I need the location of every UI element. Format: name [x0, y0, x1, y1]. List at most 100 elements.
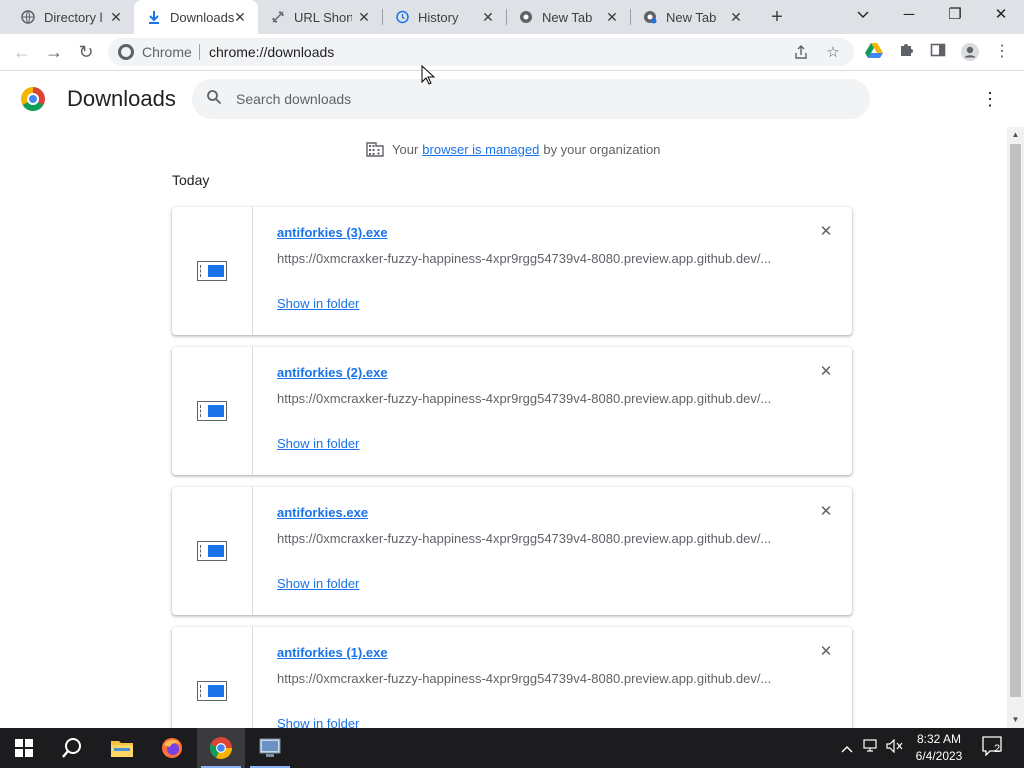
- download-item: antiforkies.exe https://0xmcraxker-fuzzy…: [172, 487, 852, 615]
- bookmark-star-icon[interactable]: ☆: [824, 44, 842, 62]
- show-in-folder-link[interactable]: Show in folder: [277, 436, 359, 451]
- building-icon: [366, 142, 384, 157]
- tab-history[interactable]: History ✕: [382, 0, 506, 34]
- tab-new-tab-1[interactable]: New Tab ✕: [506, 0, 630, 34]
- exe-file-icon: [197, 261, 227, 281]
- close-icon[interactable]: ✕: [728, 9, 744, 25]
- download-file-name-link[interactable]: antiforkies (1).exe: [277, 645, 388, 660]
- network-icon[interactable]: [861, 738, 881, 758]
- tab-new-tab-2[interactable]: New Tab ✕: [630, 0, 754, 34]
- reload-button[interactable]: ↻: [74, 40, 98, 64]
- show-hidden-icons-icon[interactable]: [837, 738, 857, 758]
- restore-button[interactable]: ❐: [932, 0, 978, 30]
- close-icon[interactable]: ✕: [604, 9, 620, 25]
- close-window-button[interactable]: ✕: [978, 0, 1024, 30]
- chrome-taskbar-icon[interactable]: [197, 728, 245, 768]
- clock-date: 6/4/2023: [915, 749, 963, 763]
- download-source-url: https://0xmcraxker-fuzzy-happiness-4xpr9…: [277, 531, 772, 546]
- extensions-icon[interactable]: [896, 42, 916, 62]
- exe-file-icon: [197, 401, 227, 421]
- managed-notice: Your browser is managed by your organiza…: [366, 140, 660, 158]
- page-scheme: Chrome: [142, 44, 192, 60]
- exe-file-icon: [197, 681, 227, 701]
- url-text: chrome://downloads: [209, 44, 335, 60]
- scroll-thumb[interactable]: [1010, 144, 1021, 697]
- windows-start-icon[interactable]: [0, 728, 48, 768]
- browser-toolbar: ← → ↻ Chrome chrome://downloads ☆ ⋮: [0, 34, 1024, 71]
- new-tab-button[interactable]: +: [766, 6, 788, 28]
- close-icon[interactable]: ✕: [108, 9, 124, 25]
- chrome-menu-icon[interactable]: ⋮: [992, 42, 1012, 62]
- close-icon[interactable]: ✕: [356, 9, 372, 25]
- close-icon[interactable]: ✕: [232, 9, 248, 25]
- tab-url-shortener[interactable]: URL Shortener ✕: [258, 0, 382, 34]
- scroll-down-arrow-icon[interactable]: ▼: [1007, 714, 1024, 726]
- download-source-url: https://0xmcraxker-fuzzy-happiness-4xpr9…: [277, 671, 772, 686]
- forward-button[interactable]: →: [42, 40, 66, 64]
- download-icon: [146, 9, 162, 25]
- history-icon: [394, 9, 410, 25]
- download-source-url: https://0xmcraxker-fuzzy-happiness-4xpr9…: [277, 391, 772, 406]
- show-in-folder-link[interactable]: Show in folder: [277, 296, 359, 311]
- search-icon[interactable]: [48, 728, 96, 768]
- download-item: antiforkies (2).exe https://0xmcraxker-f…: [172, 347, 852, 475]
- file-icon-column: [172, 347, 253, 475]
- remove-from-list-icon[interactable]: ✕: [817, 643, 835, 661]
- date-section-label: Today: [172, 172, 210, 188]
- tab-title: URL Shortener: [294, 9, 352, 25]
- notification-center-icon[interactable]: 2: [982, 736, 1006, 760]
- exe-file-icon: [197, 541, 227, 561]
- side-panel-icon[interactable]: [928, 42, 948, 62]
- remove-from-list-icon[interactable]: ✕: [817, 223, 835, 241]
- downloads-menu-icon[interactable]: ⋮: [980, 87, 1000, 111]
- system-clock[interactable]: 8:32 AM 6/4/2023: [906, 731, 972, 765]
- chrome-page-icon: [118, 44, 134, 60]
- managed-suffix: by your organization: [543, 141, 661, 157]
- download-file-name-link[interactable]: antiforkies.exe: [277, 505, 368, 520]
- scrollbar[interactable]: ▲ ▼: [1007, 127, 1024, 728]
- tab-title: History: [418, 9, 459, 25]
- minimize-button[interactable]: ─: [886, 0, 932, 30]
- drive-icon[interactable]: [864, 42, 884, 62]
- show-in-folder-link[interactable]: Show in folder: [277, 576, 359, 591]
- notification-count: 2: [994, 743, 1001, 755]
- remove-from-list-icon[interactable]: ✕: [817, 503, 835, 521]
- tab-title: Directory listing: [44, 9, 102, 25]
- search-input[interactable]: [236, 89, 836, 109]
- share-icon[interactable]: [792, 44, 810, 62]
- globe-icon: [20, 9, 36, 25]
- show-in-folder-link[interactable]: Show in folder: [277, 716, 359, 728]
- download-item: antiforkies (1).exe https://0xmcraxker-f…: [172, 627, 852, 728]
- download-file-name-link[interactable]: antiforkies (2).exe: [277, 365, 388, 380]
- address-bar[interactable]: Chrome chrome://downloads ☆: [108, 38, 854, 66]
- download-item: antiforkies (3).exe https://0xmcraxker-f…: [172, 207, 852, 335]
- tab-directory-listing[interactable]: Directory listing ✕: [0, 0, 134, 34]
- file-icon-column: [172, 207, 253, 335]
- windows-taskbar: 8:32 AM 6/4/2023 2: [0, 728, 1024, 768]
- file-explorer-icon[interactable]: [98, 728, 146, 768]
- network-app-icon[interactable]: [246, 728, 294, 768]
- volume-muted-icon[interactable]: [885, 738, 905, 758]
- chrome-icon: [642, 9, 658, 25]
- mouse-cursor-icon: [421, 65, 435, 85]
- tab-search-button[interactable]: [840, 0, 886, 30]
- file-icon-column: [172, 487, 253, 615]
- scroll-up-arrow-icon[interactable]: ▲: [1007, 129, 1024, 141]
- tab-title: Downloads: [170, 9, 235, 25]
- download-source-url: https://0xmcraxker-fuzzy-happiness-4xpr9…: [277, 251, 772, 266]
- downloads-header: Downloads ⋮: [0, 71, 1024, 127]
- firefox-icon[interactable]: [148, 728, 196, 768]
- remove-from-list-icon[interactable]: ✕: [817, 363, 835, 381]
- download-file-name-link[interactable]: antiforkies (3).exe: [277, 225, 388, 240]
- search-downloads-box[interactable]: [192, 79, 870, 119]
- file-icon-column: [172, 627, 253, 728]
- browser-managed-link[interactable]: browser is managed: [422, 142, 539, 157]
- tab-strip: Directory listing ✕ Downloads ✕ URL Shor…: [0, 0, 1024, 34]
- tab-downloads[interactable]: Downloads ✕: [134, 0, 258, 34]
- managed-prefix: Your: [392, 141, 419, 157]
- chrome-logo-icon: [21, 87, 45, 111]
- back-button[interactable]: ←: [10, 40, 34, 64]
- profile-avatar-icon[interactable]: [960, 42, 980, 62]
- close-icon[interactable]: ✕: [480, 9, 496, 25]
- omnibox-divider: [199, 44, 200, 60]
